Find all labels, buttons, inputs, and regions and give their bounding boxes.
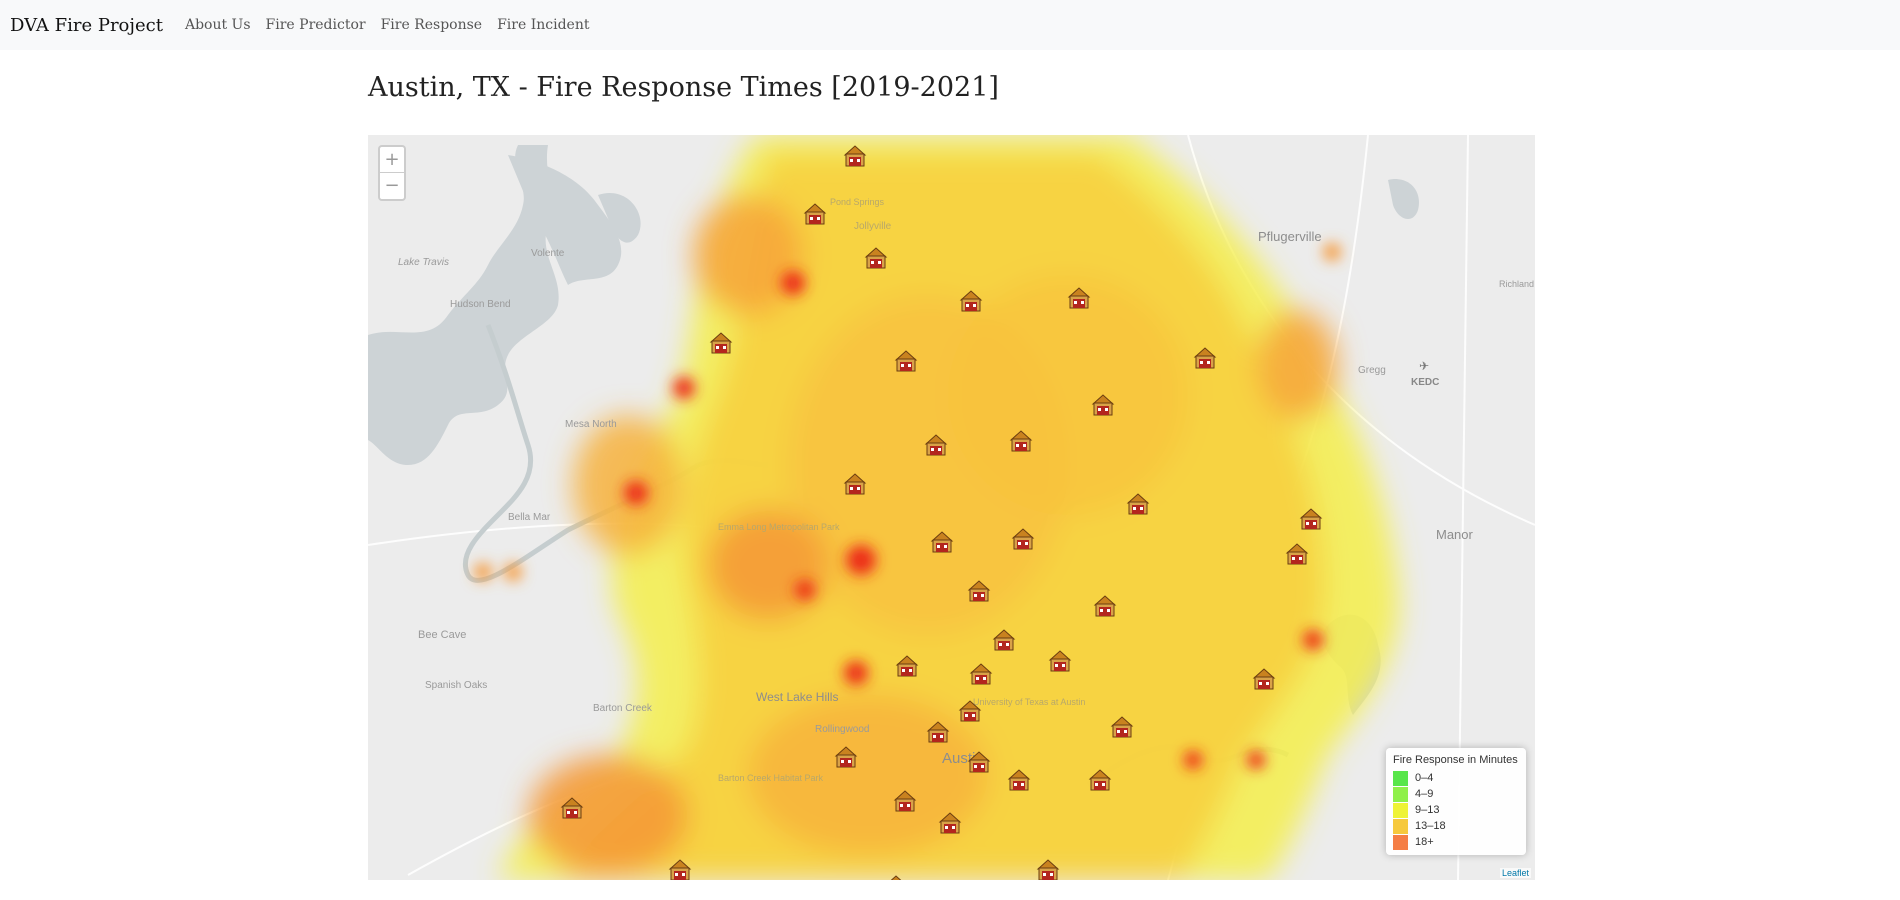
label-bella-mar: Bella Mar xyxy=(508,512,551,523)
label-ut-austin: University of Texas at Austin xyxy=(973,697,1085,707)
nav-fire-incident[interactable]: Fire Incident xyxy=(497,17,589,33)
legend-item: 18+ xyxy=(1393,834,1519,850)
label-gregg: Gregg xyxy=(1358,365,1386,376)
label-manor: Manor xyxy=(1436,527,1474,542)
label-barton-creek: Barton Creek xyxy=(593,703,653,714)
label-richland: Richland xyxy=(1499,279,1534,289)
airport-icon: ✈ xyxy=(1419,359,1429,373)
zoom-in-button[interactable]: + xyxy=(380,147,404,173)
legend-swatch xyxy=(1393,770,1408,786)
label-jollyville: Jollyville xyxy=(854,221,892,232)
label-spanish-oaks: Spanish Oaks xyxy=(425,680,487,691)
zoom-out-button[interactable]: − xyxy=(380,173,404,199)
legend-swatch xyxy=(1393,834,1408,850)
label-west-lake-hills: West Lake Hills xyxy=(756,690,838,704)
label-barton-creek-habitat: Barton Creek Habitat Park xyxy=(718,773,824,783)
label-bee-cave: Bee Cave xyxy=(418,629,466,641)
legend-label: 9–13 xyxy=(1415,804,1440,816)
legend-item: 4–9 xyxy=(1393,786,1519,802)
label-pond-springs: Pond Springs xyxy=(830,197,885,207)
legend-label: 0–4 xyxy=(1415,772,1434,784)
label-kedc: KEDC xyxy=(1411,377,1439,388)
label-hudson-bend: Hudson Bend xyxy=(450,299,511,310)
label-pflugerville: Pflugerville xyxy=(1258,229,1322,244)
legend-item: 9–13 xyxy=(1393,802,1519,818)
map-canvas[interactable]: Pflugerville Lake Travis Volente Hudson … xyxy=(368,135,1535,880)
leaflet-attribution-link[interactable]: Leaflet xyxy=(1499,868,1531,878)
legend-item: 0–4 xyxy=(1393,770,1519,786)
label-rollingwood: Rollingwood xyxy=(815,724,869,735)
nav-fire-response[interactable]: Fire Response xyxy=(381,17,483,33)
nav-about-us[interactable]: About Us xyxy=(185,17,251,33)
legend-swatch xyxy=(1393,802,1408,818)
legend-swatch xyxy=(1393,786,1408,802)
legend-title: Fire Response in Minutes xyxy=(1393,754,1518,766)
zoom-control: + − xyxy=(378,145,406,201)
legend-label: 4–9 xyxy=(1415,788,1434,800)
map-legend: Fire Response in Minutes 0–4 4–9 9–13 13… xyxy=(1386,748,1526,855)
label-volente: Volente xyxy=(531,248,565,259)
legend-item: 13–18 xyxy=(1393,818,1519,834)
nav-fire-predictor[interactable]: Fire Predictor xyxy=(266,17,366,33)
label-mesa-north: Mesa North xyxy=(565,419,617,430)
legend-swatch xyxy=(1393,818,1408,834)
legend-label: 18+ xyxy=(1415,836,1434,848)
page-title: Austin, TX - Fire Response Times [2019-2… xyxy=(368,72,999,103)
brand-link[interactable]: DVA Fire Project xyxy=(10,15,163,36)
navbar: DVA Fire Project About Us Fire Predictor… xyxy=(0,0,1900,50)
legend-label: 13–18 xyxy=(1415,820,1446,832)
label-lake-travis: Lake Travis xyxy=(398,257,449,268)
label-emma-long-park: Emma Long Metropolitan Park xyxy=(718,522,840,532)
heat-map[interactable]: Pflugerville Lake Travis Volente Hudson … xyxy=(368,135,1535,880)
